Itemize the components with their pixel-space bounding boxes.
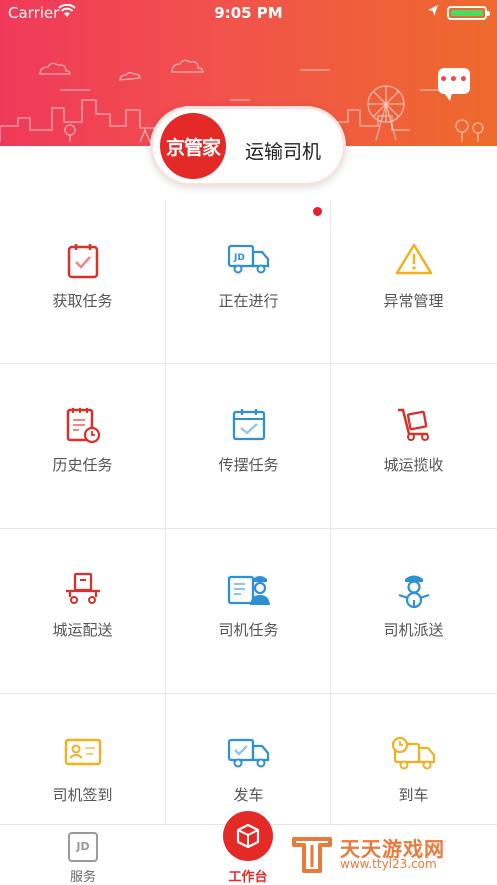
menu-label: 司机派送: [383, 621, 444, 639]
menu-label: 异常管理: [383, 292, 444, 310]
menu-label: 历史任务: [52, 456, 113, 474]
profile-badge: 京管家 运输司机: [150, 106, 346, 186]
truck-clock-icon: [331, 736, 496, 776]
menu-label: 司机任务: [218, 621, 279, 639]
menu-city-delivery[interactable]: 城运配送: [0, 529, 165, 693]
menu-label: 正在进行: [218, 292, 279, 310]
status-bar: Carrier 9:05 PM: [0, 0, 497, 26]
delivery-cart-icon: [0, 571, 165, 611]
cube-icon: [223, 811, 273, 861]
jd-box-icon: JD: [68, 832, 98, 862]
document-clock-icon: [0, 406, 165, 446]
jd-logo: 京管家: [160, 113, 226, 179]
watermark-url: www.ttyl23.com: [340, 857, 437, 871]
menu-history[interactable]: 历史任务: [0, 364, 165, 528]
menu-label: 司机签到: [52, 786, 113, 804]
message-button[interactable]: •••: [438, 68, 470, 101]
warning-triangle-icon: [331, 242, 496, 282]
role-label: 运输司机: [245, 141, 322, 163]
clipboard-check-icon: [0, 242, 165, 282]
menu-driver-dispatch[interactable]: 司机派送: [331, 529, 496, 693]
location-arrow-icon: [427, 4, 439, 22]
tab-workbench-label: 工作台: [228, 870, 268, 885]
clock: 9:05 PM: [214, 4, 283, 22]
menu-label: 城运配送: [52, 621, 113, 639]
calendar-check-icon: [166, 406, 331, 446]
menu-shuttle-task[interactable]: 传摆任务: [166, 364, 331, 528]
truck-check-icon: [166, 736, 331, 776]
tab-workbench[interactable]: 工作台: [218, 811, 278, 885]
menu-label: 发车: [233, 786, 264, 804]
jd-truck-icon: JD: [166, 242, 331, 282]
chat-dots-icon: •••: [439, 72, 469, 88]
tab-service[interactable]: JD 服务: [55, 829, 111, 885]
menu-city-pickup[interactable]: 城运揽收: [331, 364, 496, 528]
menu-label: 到车: [398, 786, 429, 804]
menu-exception[interactable]: 异常管理: [331, 200, 496, 364]
watermark-logo-icon: [292, 837, 332, 873]
menu-label: 获取任务: [52, 292, 113, 310]
tab-service-label: 服务: [69, 870, 96, 885]
menu-driver-task[interactable]: 司机任务: [166, 529, 331, 693]
hand-truck-icon: [331, 406, 496, 446]
battery-icon: [447, 6, 490, 20]
site-watermark: 天天游戏网 www.ttyl23.com: [290, 829, 490, 879]
driver-steering-icon: [331, 571, 496, 611]
driver-board-icon: [166, 571, 331, 611]
menu-in-progress[interactable]: JD 正在进行: [166, 200, 331, 364]
menu-get-task[interactable]: 获取任务: [0, 200, 165, 364]
menu-label: 城运揽收: [383, 456, 444, 474]
svg-text:JD: JD: [233, 253, 245, 263]
menu-label: 传摆任务: [218, 456, 279, 474]
id-card-icon: [0, 736, 165, 776]
